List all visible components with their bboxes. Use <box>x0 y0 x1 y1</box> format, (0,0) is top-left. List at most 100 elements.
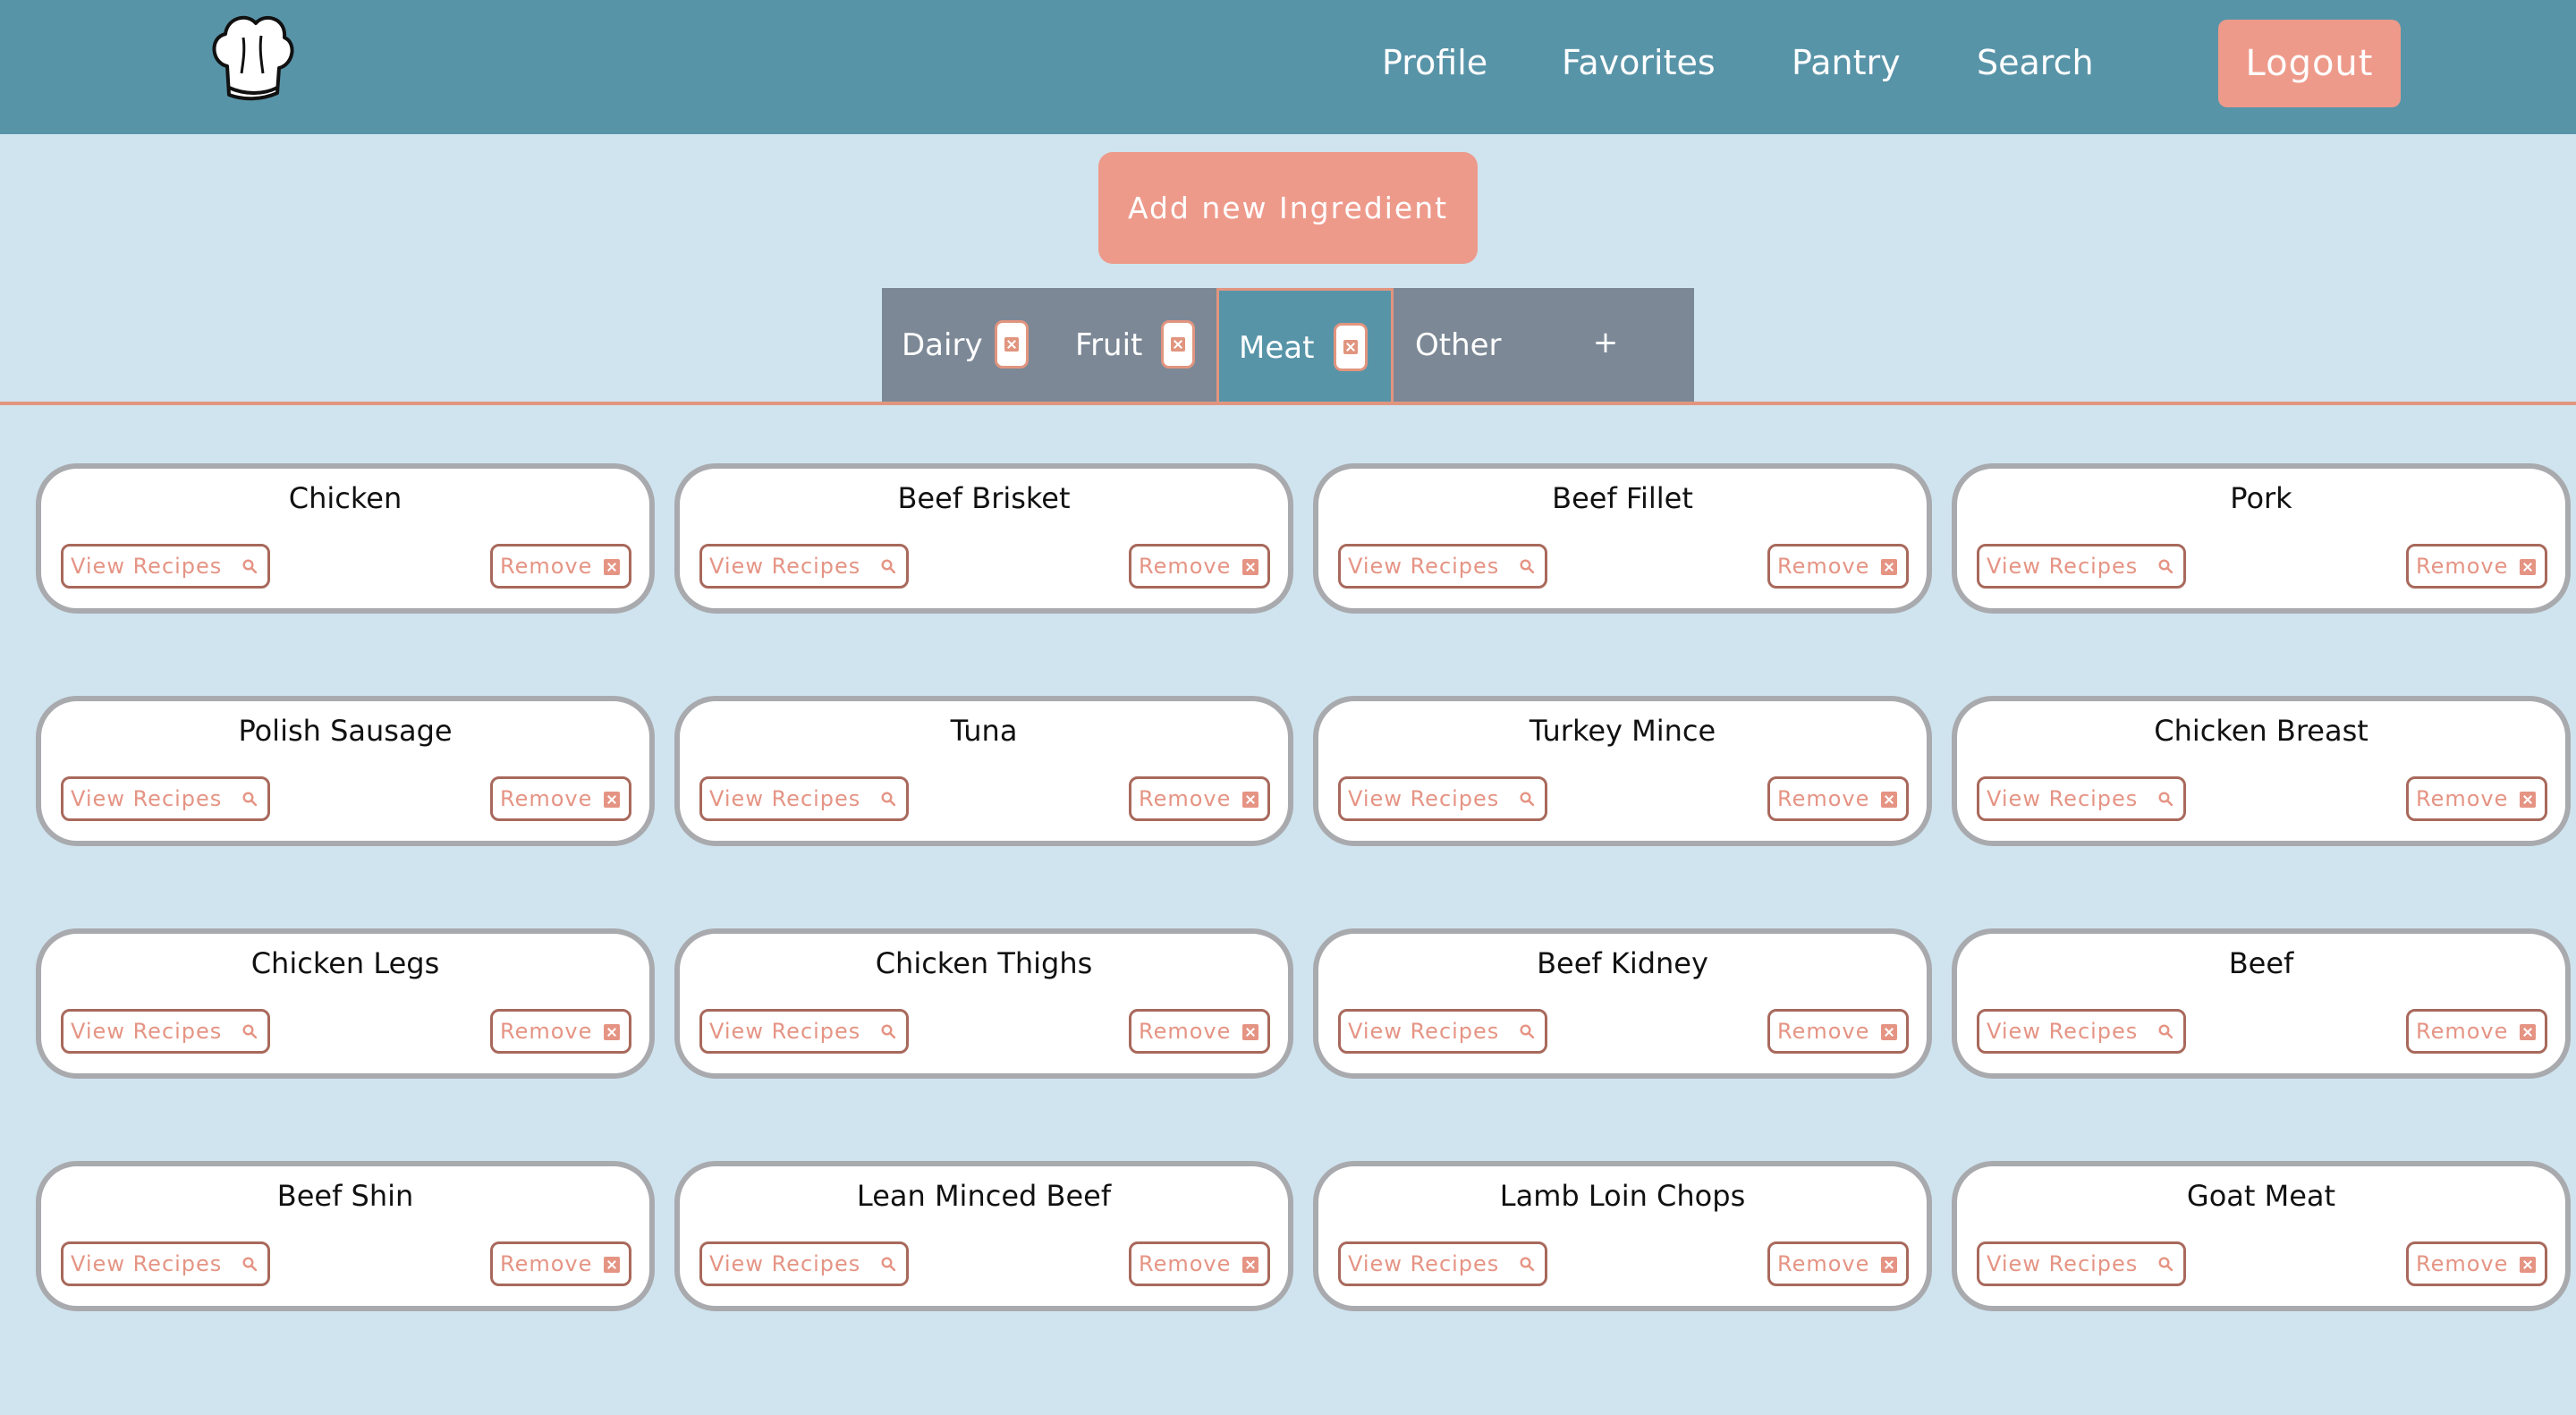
remove-button[interactable]: Remove <box>490 776 631 821</box>
close-icon <box>604 559 620 575</box>
view-recipes-button[interactable]: View Recipes <box>1338 544 1547 589</box>
close-icon <box>1343 340 1358 354</box>
ingredient-card: Chicken Thighs View Recipes Remove <box>674 928 1293 1079</box>
ingredient-name: Polish Sausage <box>238 714 453 748</box>
search-icon <box>2158 559 2173 573</box>
nav-pantry[interactable]: Pantry <box>1792 39 1901 86</box>
remove-button[interactable]: Remove <box>1129 776 1270 821</box>
search-icon <box>2158 1257 2173 1271</box>
chef-hat-icon[interactable] <box>208 11 297 107</box>
ingredient-card: Goat Meat View Recipes Remove <box>1952 1161 2571 1311</box>
ingredient-card: Beef View Recipes Remove <box>1952 928 2571 1079</box>
remove-tab-dairy-button[interactable] <box>995 320 1029 369</box>
remove-button[interactable]: Remove <box>1767 1241 1909 1286</box>
ingredient-card: Pork View Recipes Remove <box>1952 463 2571 614</box>
remove-label: Remove <box>1139 554 1232 579</box>
remove-label: Remove <box>500 1019 593 1044</box>
view-recipes-button[interactable]: View Recipes <box>699 544 909 589</box>
remove-button[interactable]: Remove <box>2406 1241 2547 1286</box>
remove-button[interactable]: Remove <box>1129 1241 1270 1286</box>
close-icon <box>604 792 620 808</box>
remove-button[interactable]: Remove <box>1129 1009 1270 1054</box>
nav-favorites[interactable]: Favorites <box>1562 39 1716 86</box>
search-icon <box>1520 1257 1534 1271</box>
remove-label: Remove <box>500 1251 593 1276</box>
close-icon <box>1881 559 1897 575</box>
remove-button[interactable]: Remove <box>490 1241 631 1286</box>
remove-button[interactable]: Remove <box>1129 544 1270 589</box>
ingredient-name: Chicken Breast <box>2154 714 2368 748</box>
remove-label: Remove <box>1777 554 1870 579</box>
ingredient-name: Turkey Mince <box>1529 714 1716 748</box>
view-recipes-button[interactable]: View Recipes <box>1338 1009 1547 1054</box>
remove-button[interactable]: Remove <box>1767 776 1909 821</box>
nav-search[interactable]: Search <box>1977 39 2094 86</box>
close-icon <box>604 1257 620 1273</box>
view-recipes-label: View Recipes <box>709 1251 861 1276</box>
remove-button[interactable]: Remove <box>490 544 631 589</box>
logout-button[interactable]: Logout <box>2218 20 2401 107</box>
search-icon <box>881 559 895 573</box>
view-recipes-button[interactable]: View Recipes <box>61 1241 270 1286</box>
ingredient-card: Chicken Legs View Recipes Remove <box>36 928 655 1079</box>
ingredient-name: Beef Kidney <box>1537 946 1708 980</box>
view-recipes-button[interactable]: View Recipes <box>1977 776 2186 821</box>
close-icon <box>1881 792 1897 808</box>
view-recipes-button[interactable]: View Recipes <box>61 776 270 821</box>
remove-tab-meat-button[interactable] <box>1334 323 1368 371</box>
close-icon <box>1242 792 1258 808</box>
view-recipes-label: View Recipes <box>1348 1019 1500 1044</box>
add-ingredient-button[interactable]: Add new Ingredient <box>1098 152 1478 264</box>
add-category-button[interactable]: + <box>1583 311 1628 374</box>
view-recipes-button[interactable]: View Recipes <box>61 1009 270 1054</box>
remove-label: Remove <box>1777 1251 1870 1276</box>
tab-label: Meat <box>1239 330 1315 366</box>
tab-dairy[interactable]: Dairy <box>882 288 1055 402</box>
search-icon <box>881 792 895 806</box>
view-recipes-button[interactable]: View Recipes <box>699 1009 909 1054</box>
remove-label: Remove <box>2416 786 2509 811</box>
ingredient-card: Lamb Loin Chops View Recipes Remove <box>1313 1161 1932 1311</box>
category-tabs: Dairy Fruit Meat Other <box>882 288 1694 402</box>
tab-meat[interactable]: Meat <box>1216 288 1394 402</box>
view-recipes-button[interactable]: View Recipes <box>61 544 270 589</box>
tab-other[interactable]: Other <box>1394 288 1546 402</box>
view-recipes-button[interactable]: View Recipes <box>1977 1241 2186 1286</box>
view-recipes-button[interactable]: View Recipes <box>1977 1009 2186 1054</box>
view-recipes-label: View Recipes <box>709 1019 861 1044</box>
remove-button[interactable]: Remove <box>1767 1009 1909 1054</box>
view-recipes-label: View Recipes <box>1348 1251 1500 1276</box>
remove-button[interactable]: Remove <box>2406 776 2547 821</box>
close-icon <box>1004 337 1019 352</box>
close-icon <box>2520 559 2536 575</box>
view-recipes-button[interactable]: View Recipes <box>1338 776 1547 821</box>
view-recipes-label: View Recipes <box>1987 1019 2139 1044</box>
view-recipes-button[interactable]: View Recipes <box>1338 1241 1547 1286</box>
view-recipes-button[interactable]: View Recipes <box>1977 544 2186 589</box>
remove-tab-fruit-button[interactable] <box>1161 320 1195 369</box>
view-recipes-button[interactable]: View Recipes <box>699 1241 909 1286</box>
remove-label: Remove <box>1139 1019 1232 1044</box>
close-icon <box>604 1024 620 1040</box>
ingredient-name: Goat Meat <box>2186 1179 2336 1213</box>
ingredient-card: Lean Minced Beef View Recipes Remove <box>674 1161 1293 1311</box>
remove-button[interactable]: Remove <box>1767 544 1909 589</box>
tab-fruit[interactable]: Fruit <box>1055 288 1204 402</box>
view-recipes-label: View Recipes <box>1348 554 1500 579</box>
ingredient-card: Chicken View Recipes Remove <box>36 463 655 614</box>
remove-button[interactable]: Remove <box>2406 544 2547 589</box>
view-recipes-button[interactable]: View Recipes <box>699 776 909 821</box>
tab-label: Fruit <box>1075 327 1143 363</box>
remove-button[interactable]: Remove <box>2406 1009 2547 1054</box>
search-icon <box>242 559 257 573</box>
remove-label: Remove <box>500 786 593 811</box>
remove-button[interactable]: Remove <box>490 1009 631 1054</box>
search-icon <box>2158 1024 2173 1038</box>
ingredient-name: Tuna <box>950 714 1018 748</box>
close-icon <box>2520 1024 2536 1040</box>
ingredient-card: Polish Sausage View Recipes Remove <box>36 696 655 846</box>
top-navbar: Profile Favorites Pantry Search Logout <box>0 0 2576 134</box>
close-icon <box>1242 1024 1258 1040</box>
ingredient-card: Beef Kidney View Recipes Remove <box>1313 928 1932 1079</box>
nav-profile[interactable]: Profile <box>1382 39 1487 86</box>
